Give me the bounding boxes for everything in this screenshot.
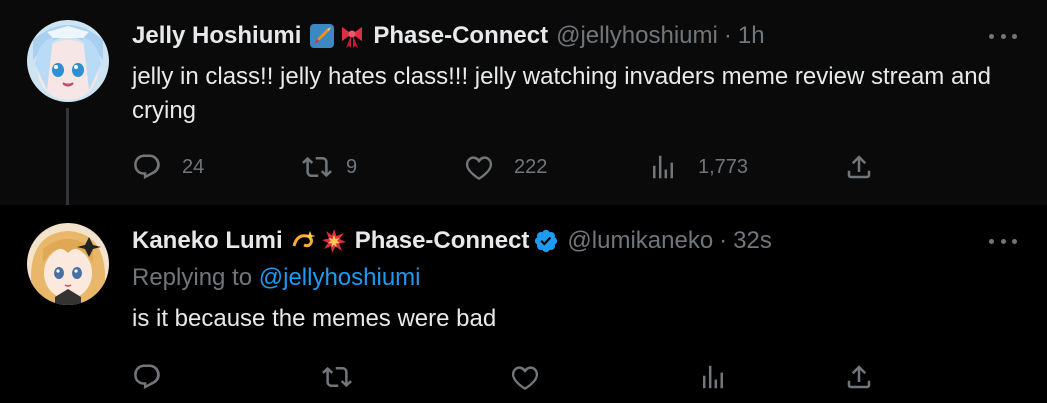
tweet-text: jelly in class!! jelly hates class!!! je…: [132, 63, 991, 124]
like-button[interactable]: [510, 357, 540, 397]
more-options-icon[interactable]: [989, 229, 1017, 253]
avatar-lumi[interactable]: [27, 223, 109, 305]
replying-to-line: Replying to @jellyhoshiumi: [132, 264, 421, 292]
views-chart-icon: [698, 362, 728, 392]
replying-to-mention[interactable]: @jellyhoshiumi: [259, 264, 421, 291]
tweet-header: Kaneko Lumi Phase-Connect @lumikaneko · …: [132, 225, 772, 257]
share-icon: [844, 362, 874, 392]
repost-icon: [302, 152, 332, 182]
tweet-actions: [132, 357, 882, 397]
reply-button[interactable]: 24: [132, 147, 204, 187]
tweet-header: Jelly Hoshiumi Phase-Connect @jellyhoshi…: [132, 20, 765, 52]
timestamp[interactable]: 32s: [733, 227, 772, 255]
views-count: 1,773: [698, 155, 749, 178]
tweet-jelly[interactable]: Jelly Hoshiumi Phase-Connect @jellyhoshi…: [0, 0, 1047, 205]
dizzy-emoji-icon: [291, 228, 317, 254]
reply-count: 24: [182, 155, 205, 178]
heart-icon: [510, 362, 540, 392]
share-button[interactable]: [844, 147, 874, 187]
repost-count: 9: [346, 155, 358, 178]
timestamp[interactable]: 1h: [738, 22, 765, 50]
views-button[interactable]: [698, 357, 728, 397]
separator-dot: ·: [719, 227, 728, 254]
repost-button[interactable]: 9: [302, 147, 357, 187]
author-handle[interactable]: @jellyhoshiumi: [556, 22, 718, 50]
repost-button[interactable]: [322, 357, 352, 397]
tweet-text: is it because the memes were bad: [132, 305, 497, 332]
author-name[interactable]: Kaneko Lumi: [132, 227, 283, 255]
tweet-lumi[interactable]: Kaneko Lumi Phase-Connect @lumikaneko · …: [0, 205, 1047, 403]
thread-connector-line: [66, 108, 69, 215]
reply-icon: [132, 152, 162, 182]
separator-dot: ·: [723, 22, 732, 49]
reply-icon: [132, 362, 162, 392]
ribbon-emoji-icon: [339, 23, 365, 49]
like-count: 222: [514, 155, 548, 178]
replying-to-label: Replying to: [132, 264, 253, 291]
views-chart-icon: [648, 152, 678, 182]
repost-icon: [322, 362, 352, 392]
heart-icon: [464, 152, 494, 182]
verified-badge-icon[interactable]: [533, 228, 559, 254]
share-icon: [844, 152, 874, 182]
rocket-emoji-icon: [309, 23, 335, 49]
views-button[interactable]: 1,773: [648, 147, 748, 187]
collision-emoji-icon: [321, 228, 347, 254]
author-name[interactable]: Jelly Hoshiumi: [132, 22, 301, 50]
tweet-actions: 24 9 222 1,773: [132, 147, 882, 187]
more-options-icon[interactable]: [989, 24, 1017, 48]
group-name: Phase-Connect: [373, 22, 549, 49]
reply-button[interactable]: [132, 357, 162, 397]
like-button[interactable]: 222: [464, 147, 547, 187]
share-button[interactable]: [844, 357, 874, 397]
author-handle[interactable]: @lumikaneko: [567, 227, 713, 255]
group-name: Phase-Connect: [354, 227, 530, 254]
avatar-jelly[interactable]: [27, 20, 109, 102]
